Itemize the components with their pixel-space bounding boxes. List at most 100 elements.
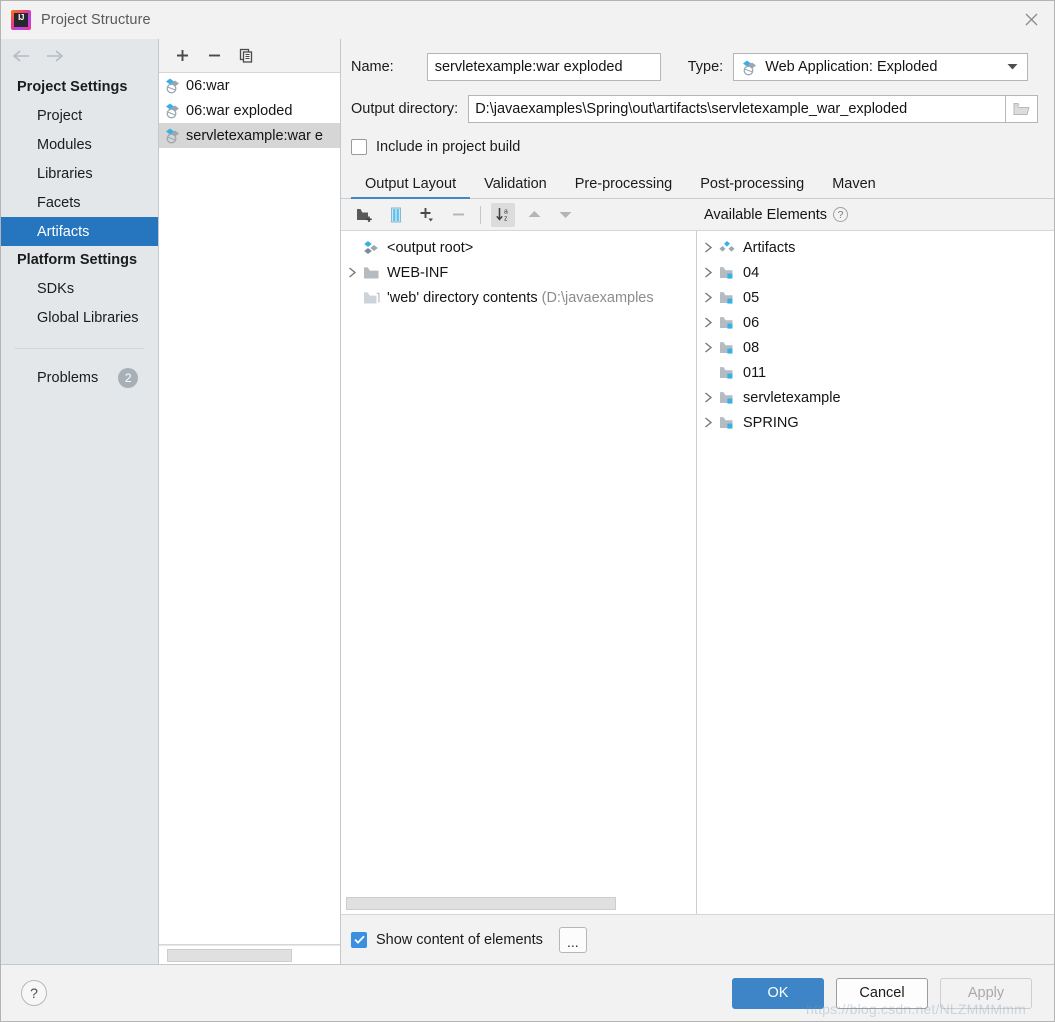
apply-button[interactable]: Apply	[940, 977, 1032, 1009]
tab-pre-processing[interactable]: Pre-processing	[561, 176, 687, 199]
tree-row[interactable]: WEB-INF	[341, 260, 696, 285]
tree-row[interactable]: 'web' directory contents (D:\javaexample…	[341, 285, 696, 310]
tree-row[interactable]: 04	[697, 260, 1054, 285]
output-layout-area: <output root> WEB-INF 'web' directory co…	[341, 231, 1054, 914]
output-directory-row: Output directory: D:\javaexamples\Spring…	[351, 95, 1038, 123]
minus-icon[interactable]	[203, 45, 225, 67]
tree-row[interactable]: SPRING	[697, 410, 1054, 435]
tree-row[interactable]: 011	[697, 360, 1054, 385]
svg-text:z: z	[504, 216, 508, 223]
artifact-list[interactable]: 06:war 06:war exploded servletexample:wa…	[159, 73, 340, 945]
output-directory-input[interactable]: D:\javaexamples\Spring\out\artifacts\ser…	[468, 95, 1005, 123]
artifact-list-horizontal-scrollbar[interactable]	[159, 945, 340, 964]
available-elements-header: Available Elements ?	[697, 207, 1054, 223]
minus-icon[interactable]	[446, 203, 470, 227]
artifact-type-select[interactable]: Web Application: Exploded	[733, 53, 1029, 81]
module-icon	[719, 416, 737, 430]
module-icon	[719, 366, 737, 380]
cancel-button[interactable]: Cancel	[836, 977, 928, 1009]
scrollbar-thumb[interactable]	[346, 897, 616, 910]
more-options-button[interactable]: ...	[558, 926, 587, 953]
chevron-right-icon[interactable]	[697, 342, 719, 353]
list-item[interactable]: servletexample:war e	[159, 123, 340, 148]
artifact-editor-pane: Name: servletexample:war exploded Type:	[341, 39, 1054, 964]
show-content-of-elements-row: Show content of elements ...	[341, 914, 1054, 964]
chevron-right-icon[interactable]	[697, 317, 719, 328]
show-content-of-elements-checkbox[interactable]	[351, 931, 367, 948]
toolbar-divider	[480, 205, 481, 224]
artifact-list-toolbar	[159, 39, 340, 73]
tree-row-label: 08	[743, 339, 760, 356]
sidebar-item-problems[interactable]: Problems 2	[1, 363, 158, 392]
tab-validation[interactable]: Validation	[470, 176, 561, 199]
sidebar-group-project-settings: Project Settings	[17, 79, 128, 95]
footer-button-group: OK Cancel Apply	[732, 977, 1032, 1009]
arrow-right-icon[interactable]	[45, 49, 65, 63]
chevron-right-icon[interactable]	[697, 392, 719, 403]
plus-icon[interactable]	[171, 45, 193, 67]
chevron-right-icon[interactable]	[341, 267, 363, 278]
output-layout-tree[interactable]: <output root> WEB-INF 'web' directory co…	[341, 231, 696, 895]
sidebar-item-project[interactable]: Project	[1, 101, 158, 130]
sidebar-nav	[1, 39, 158, 73]
tree-row[interactable]: Artifacts	[697, 235, 1054, 260]
tab-maven[interactable]: Maven	[818, 176, 890, 199]
available-elements-tree[interactable]: Artifacts 04 05 06 08 011 servletexample…	[697, 231, 1054, 914]
copy-icon[interactable]	[235, 45, 257, 67]
sidebar-item-artifacts[interactable]: Artifacts	[1, 217, 158, 246]
help-button[interactable]: ?	[21, 980, 47, 1006]
artifact-group-icon	[719, 240, 737, 256]
tree-row-path: (D:\javaexamples	[541, 289, 654, 306]
show-content-of-elements-label: Show content of elements	[376, 931, 543, 948]
sidebar-group-platform-settings: Platform Settings	[17, 252, 138, 268]
chevron-right-icon[interactable]	[697, 417, 719, 428]
include-in-project-build-label: Include in project build	[376, 139, 521, 155]
sidebar-item-global-libraries[interactable]: Global Libraries	[1, 303, 158, 332]
chevron-right-icon[interactable]	[697, 267, 719, 278]
scrollbar-thumb[interactable]	[167, 949, 292, 962]
tree-row-label: 'web' directory contents	[387, 289, 538, 306]
chevron-right-icon[interactable]	[697, 292, 719, 303]
list-item[interactable]: 06:war exploded	[159, 98, 340, 123]
folder-add-icon[interactable]	[353, 203, 377, 227]
tree-row[interactable]: 05	[697, 285, 1054, 310]
chevron-right-icon[interactable]	[697, 242, 719, 253]
list-item[interactable]: 06:war	[159, 73, 340, 98]
include-in-project-build-row[interactable]: Include in project build	[341, 137, 1054, 155]
help-icon[interactable]: ?	[833, 207, 849, 222]
tab-output-layout[interactable]: Output Layout	[351, 176, 471, 199]
dialog-footer: ? OK Cancel Apply	[1, 964, 1054, 1021]
sort-alpha-down-icon[interactable]: a z	[491, 202, 515, 227]
folder-copy-icon	[363, 291, 381, 305]
artifact-output-root-icon	[363, 240, 381, 256]
tree-row-label: SPRING	[743, 414, 799, 431]
chevron-down-icon[interactable]	[1007, 59, 1023, 75]
sidebar-item-sdks[interactable]: SDKs	[1, 274, 158, 303]
module-icon	[719, 266, 737, 280]
plus-dropdown-icon[interactable]	[415, 203, 439, 227]
sidebar-item-facets[interactable]: Facets	[1, 188, 158, 217]
output-directory-field: D:\javaexamples\Spring\out\artifacts\ser…	[468, 95, 1038, 123]
folder-open-icon[interactable]	[1005, 95, 1038, 123]
tree-row-label: 05	[743, 289, 760, 306]
module-icon	[719, 341, 737, 355]
settings-sidebar: Project Settings Project Modules Librari…	[1, 39, 159, 964]
ok-button[interactable]: OK	[732, 977, 824, 1009]
arrow-up-icon[interactable]	[522, 203, 546, 227]
sidebar-item-modules[interactable]: Modules	[1, 130, 158, 159]
output-layout-horizontal-scrollbar[interactable]	[341, 895, 696, 914]
arrow-left-icon[interactable]	[11, 49, 31, 63]
artifact-war-exploded-icon	[164, 102, 181, 119]
tree-row[interactable]: <output root>	[341, 235, 696, 260]
artifact-name-input[interactable]: servletexample:war exploded	[426, 53, 661, 81]
tab-post-processing[interactable]: Post-processing	[686, 176, 818, 199]
arrow-down-icon[interactable]	[553, 203, 577, 227]
close-icon[interactable]	[1008, 1, 1054, 38]
window-title: Project Structure	[41, 12, 151, 28]
tree-row[interactable]: 08	[697, 335, 1054, 360]
tree-row[interactable]: servletexample	[697, 385, 1054, 410]
tree-row[interactable]: 06	[697, 310, 1054, 335]
sidebar-item-libraries[interactable]: Libraries	[1, 159, 158, 188]
archive-icon[interactable]	[384, 203, 408, 227]
include-in-project-build-checkbox[interactable]	[351, 139, 367, 155]
